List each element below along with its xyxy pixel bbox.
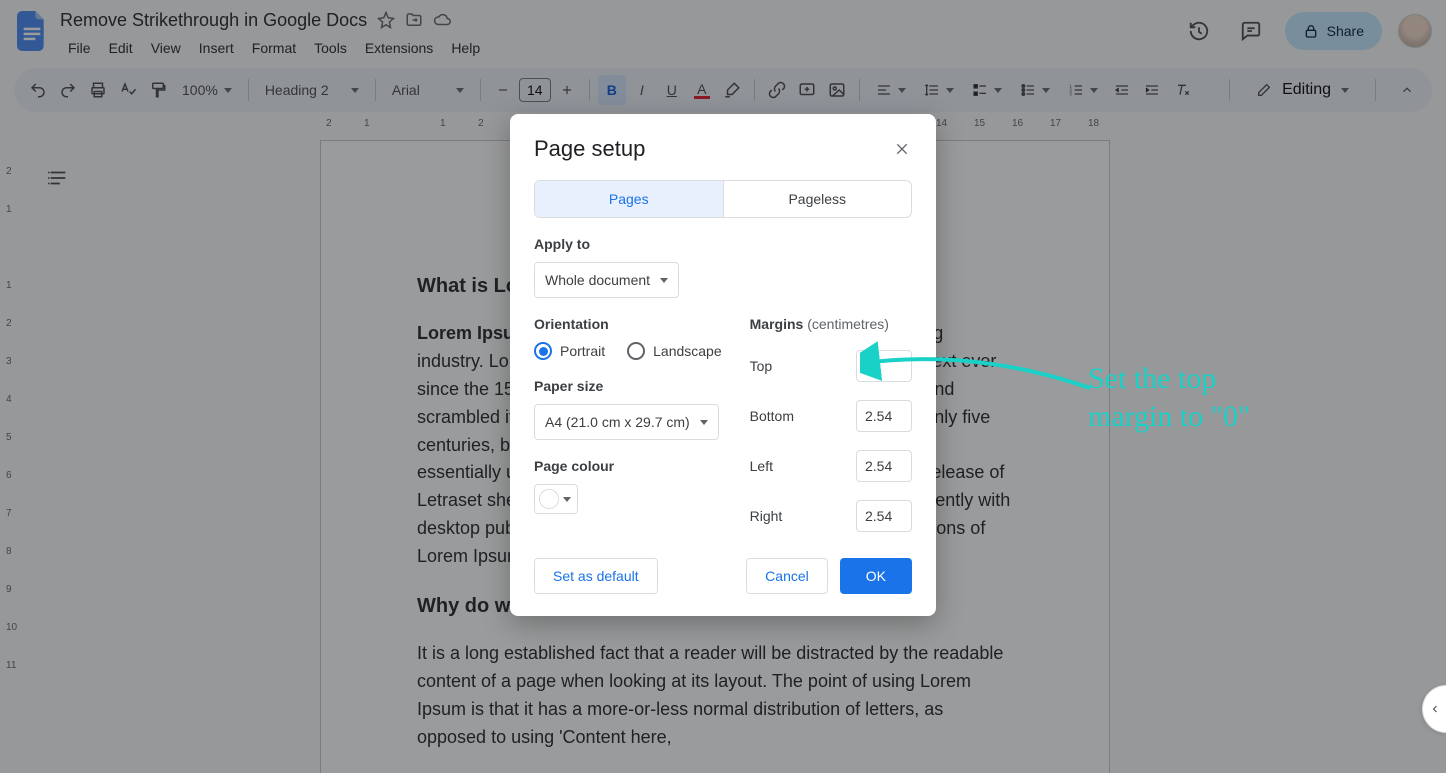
dialog-title: Page setup xyxy=(534,136,645,162)
paper-size-dropdown[interactable]: A4 (21.0 cm x 29.7 cm) xyxy=(534,404,719,440)
orientation-landscape-radio[interactable]: Landscape xyxy=(627,342,722,360)
close-icon[interactable] xyxy=(892,139,912,159)
paper-size-value: A4 (21.0 cm x 29.7 cm) xyxy=(545,414,690,430)
tab-pageless[interactable]: Pageless xyxy=(723,181,912,217)
margin-top-label: Top xyxy=(750,358,773,374)
orientation-landscape-label: Landscape xyxy=(653,343,722,359)
margin-right-label: Right xyxy=(750,508,783,524)
margin-bottom-input[interactable] xyxy=(856,400,912,432)
paper-size-label: Paper size xyxy=(534,378,722,394)
apply-to-value: Whole document xyxy=(545,272,650,288)
margin-top-input[interactable] xyxy=(856,350,912,382)
margins-unit: (centimetres) xyxy=(807,316,889,332)
page-setup-tabs: Pages Pageless xyxy=(534,180,912,218)
margin-right-input[interactable] xyxy=(856,500,912,532)
margins-label: Margins (centimetres) xyxy=(750,316,912,332)
radio-checked-icon xyxy=(534,342,552,360)
radio-unchecked-icon xyxy=(627,342,645,360)
chevron-down-icon xyxy=(660,278,668,283)
apply-to-dropdown[interactable]: Whole document xyxy=(534,262,679,298)
cancel-button[interactable]: Cancel xyxy=(746,558,828,594)
orientation-portrait-radio[interactable]: Portrait xyxy=(534,342,605,360)
orientation-portrait-label: Portrait xyxy=(560,343,605,359)
page-setup-dialog: Page setup Pages Pageless Apply to Whole… xyxy=(510,114,936,616)
side-panel-toggle[interactable] xyxy=(1422,685,1446,733)
ok-button[interactable]: OK xyxy=(840,558,912,594)
colour-swatch-icon xyxy=(539,489,559,509)
page-colour-picker[interactable] xyxy=(534,484,578,514)
annotation-text: Set the top margin to "0" xyxy=(1088,360,1250,435)
page-colour-label: Page colour xyxy=(534,458,722,474)
margin-left-label: Left xyxy=(750,458,773,474)
margins-label-text: Margins xyxy=(750,316,804,332)
modal-overlay[interactable]: Page setup Pages Pageless Apply to Whole… xyxy=(0,0,1446,773)
margin-left-input[interactable] xyxy=(856,450,912,482)
annotation-line-1: Set the top xyxy=(1088,360,1250,398)
orientation-label: Orientation xyxy=(534,316,722,332)
chevron-down-icon xyxy=(563,497,571,502)
apply-to-label: Apply to xyxy=(534,236,912,252)
chevron-down-icon xyxy=(700,420,708,425)
tab-pages[interactable]: Pages xyxy=(535,181,723,217)
margin-bottom-label: Bottom xyxy=(750,408,794,424)
set-as-default-button[interactable]: Set as default xyxy=(534,558,658,594)
annotation-line-2: margin to "0" xyxy=(1088,398,1250,436)
